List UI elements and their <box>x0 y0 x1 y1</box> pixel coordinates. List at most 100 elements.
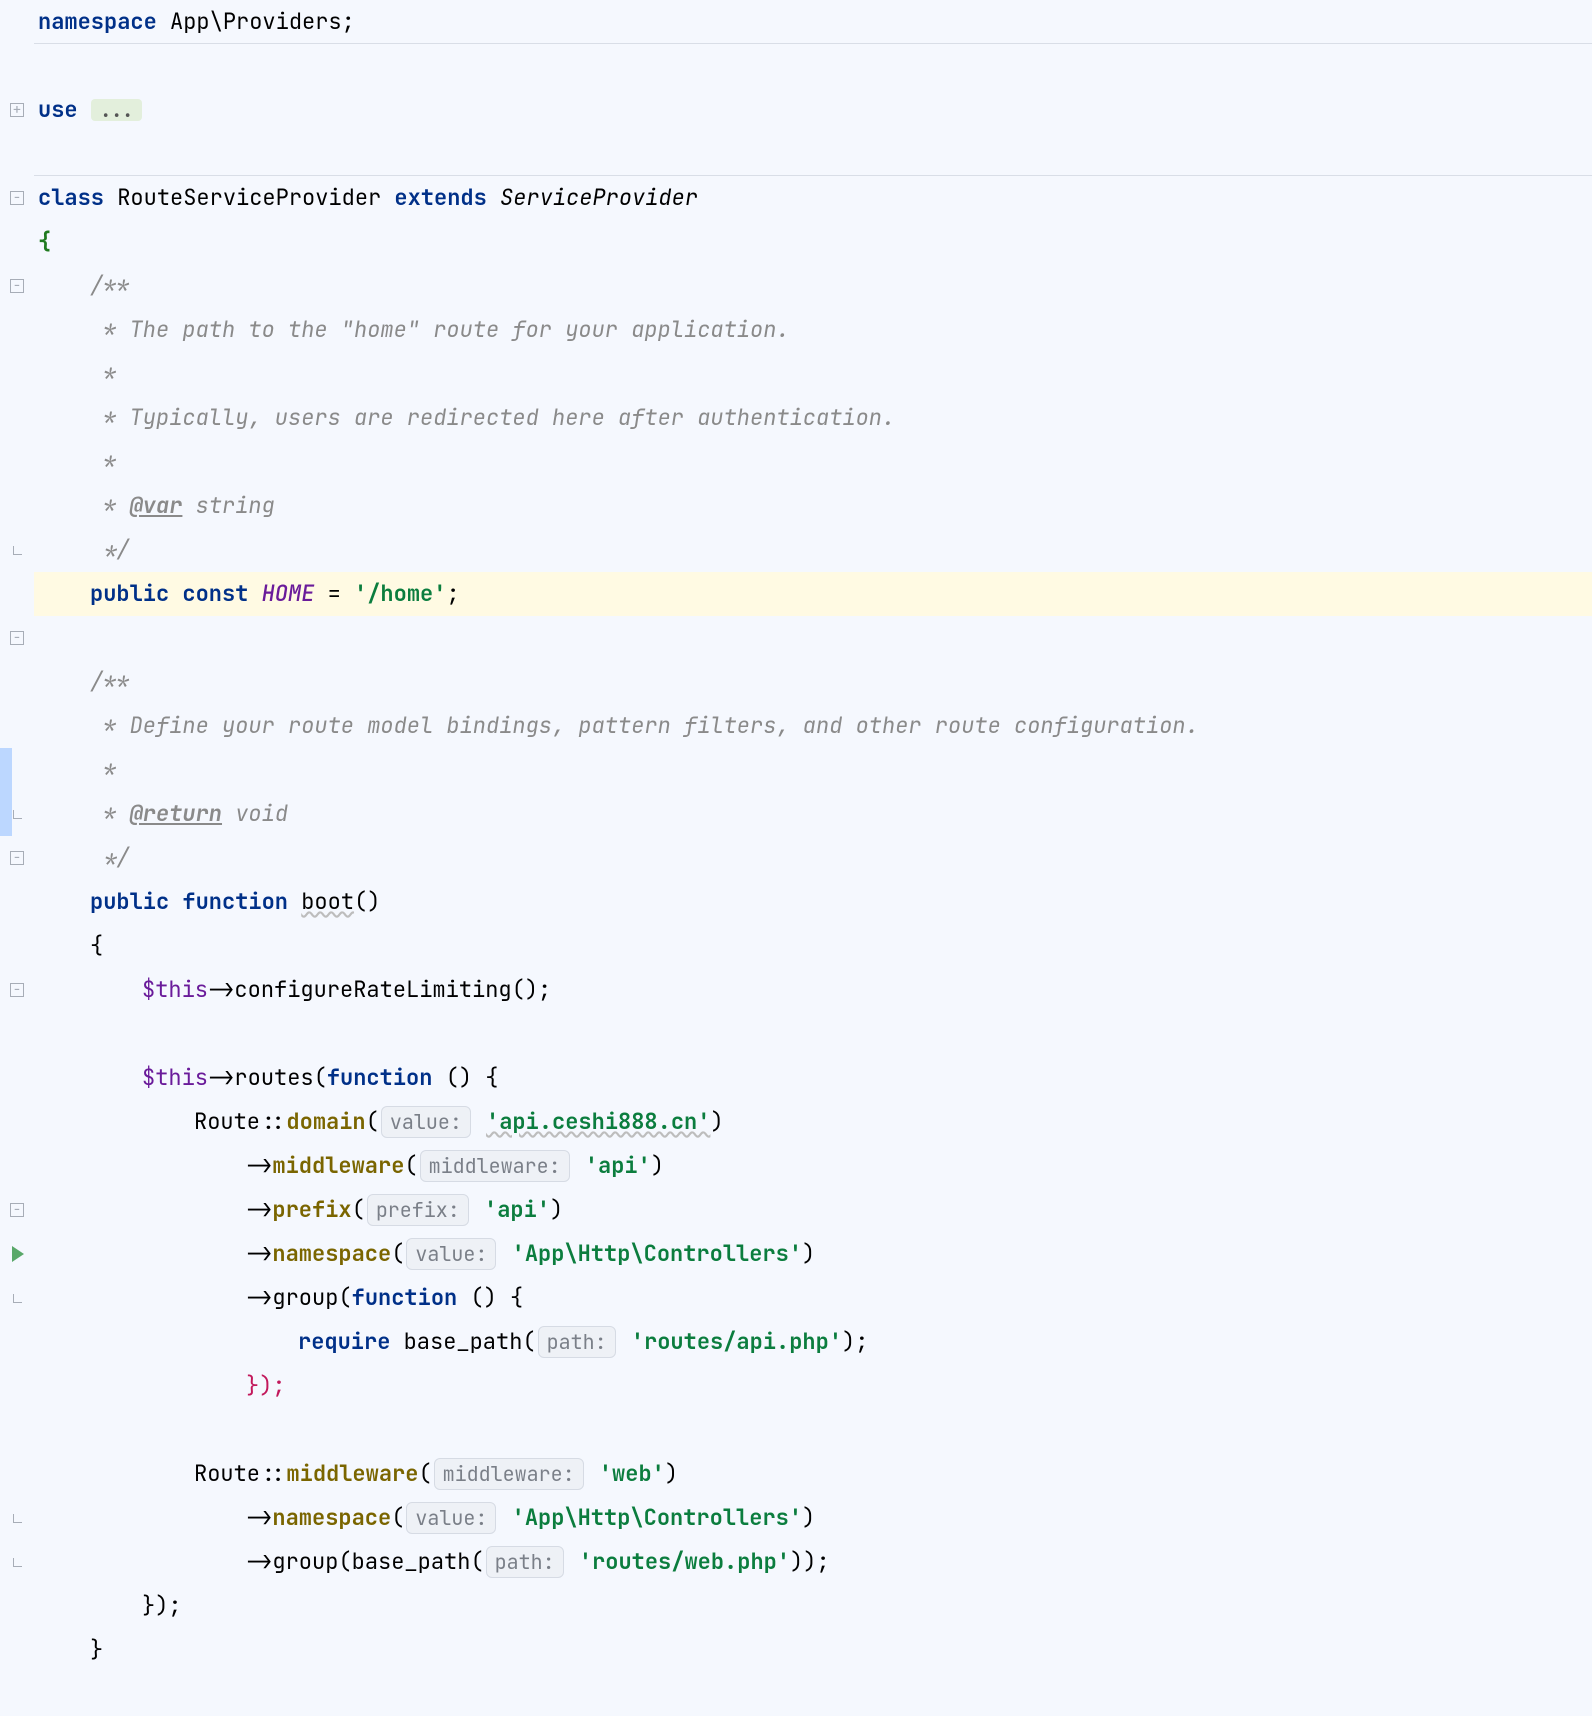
closure-head: () { <box>457 1287 523 1309</box>
this-var: $this <box>142 1067 208 1089</box>
gutter[interactable] <box>0 0 34 1716</box>
code-line[interactable]: */ <box>34 528 1592 572</box>
code-line[interactable]: ->namespace(value: 'App\Http\Controllers… <box>34 1232 1592 1276</box>
code-line[interactable] <box>34 132 1592 176</box>
brace-open: { <box>38 231 51 253</box>
fold-toggle-icon[interactable] <box>0 88 34 132</box>
keyword-extends: extends <box>394 187 486 209</box>
run-gutter-icon[interactable] <box>0 1232 34 1276</box>
folded-placeholder[interactable]: ... <box>91 99 143 121</box>
code-line[interactable] <box>34 1408 1592 1452</box>
param-hint: value: <box>406 1238 496 1270</box>
method-call: configureRateLimiting <box>234 979 511 1001</box>
code-line[interactable]: Route::middleware(middleware: 'web') <box>34 1452 1592 1496</box>
arrow: -> <box>246 1199 272 1221</box>
docblock: * <box>90 451 116 473</box>
code-line[interactable]: * @var string <box>34 484 1592 528</box>
class-static: Route <box>194 1463 260 1485</box>
code-line[interactable]: ->prefix(prefix: 'api') <box>34 1188 1592 1232</box>
code-line[interactable]: ->namespace(value: 'App\Http\Controllers… <box>34 1496 1592 1540</box>
parens: () <box>354 891 380 913</box>
code-line[interactable]: class RouteServiceProvider extends Servi… <box>34 176 1592 220</box>
method-call: group <box>272 1287 338 1309</box>
arrow: -> <box>208 979 234 1001</box>
fold-toggle-icon[interactable] <box>0 176 34 220</box>
doc-tag: @var <box>130 495 183 517</box>
fold-toggle-icon[interactable] <box>0 264 34 308</box>
keyword-use: use <box>38 99 78 121</box>
docblock: * The path to the "home" route for your … <box>90 319 790 341</box>
code-line[interactable]: use ... <box>34 88 1592 132</box>
code-line[interactable]: Route::domain(value: 'api.ceshi888.cn') <box>34 1100 1592 1144</box>
code-line[interactable]: $this->configureRateLimiting(); <box>34 968 1592 1012</box>
code-line[interactable]: * Define your route model bindings, patt… <box>34 704 1592 748</box>
arrow: -> <box>246 1507 272 1529</box>
code-line[interactable]: public function boot() <box>34 880 1592 924</box>
fold-toggle-icon[interactable] <box>0 1188 34 1232</box>
code-line[interactable]: * Typically, users are redirected here a… <box>34 396 1592 440</box>
code-line[interactable]: $this->routes(function () { <box>34 1056 1592 1100</box>
keyword-public: public <box>90 891 182 913</box>
code-area[interactable]: namespace App\Providers; use ... class R… <box>34 0 1592 1716</box>
method-name: boot <box>301 891 354 913</box>
separator-line <box>34 43 1592 44</box>
paren-close-semi: ); <box>842 1331 868 1353</box>
code-line[interactable] <box>34 1012 1592 1056</box>
keyword-function: function <box>182 891 301 913</box>
method-call: namespace <box>272 1507 391 1529</box>
method-call: prefix <box>272 1199 351 1221</box>
code-line-highlighted[interactable]: public const HOME = '/home'; <box>34 572 1592 616</box>
fold-toggle-icon[interactable] <box>0 616 34 660</box>
string-literal: 'App\Http\Controllers' <box>512 1243 802 1265</box>
paren-close: ) <box>710 1111 723 1133</box>
code-line[interactable]: ->group(base_path(path: 'routes/web.php'… <box>34 1540 1592 1584</box>
string-literal: 'api' <box>484 1199 550 1221</box>
code-line[interactable]: /** <box>34 264 1592 308</box>
keyword-public: public <box>90 583 182 605</box>
code-line[interactable] <box>34 44 1592 88</box>
fold-end-icon <box>0 1496 34 1540</box>
param-hint: path: <box>538 1326 616 1358</box>
code-line[interactable]: namespace App\Providers; <box>34 0 1592 44</box>
code-line[interactable]: ->group(function () { <box>34 1276 1592 1320</box>
fold-toggle-icon[interactable] <box>0 836 34 880</box>
paren-close: ) <box>802 1507 815 1529</box>
keyword-const: const <box>182 583 261 605</box>
semicolon: ; <box>446 583 459 605</box>
method-call: middleware <box>286 1463 418 1485</box>
arrow: -> <box>246 1287 272 1309</box>
keyword-function: function <box>352 1287 458 1309</box>
paren-close-semi: )); <box>790 1551 830 1573</box>
code-line[interactable]: * <box>34 748 1592 792</box>
docblock: /** <box>90 671 130 693</box>
code-editor[interactable]: namespace App\Providers; use ... class R… <box>0 0 1592 1716</box>
fold-end-icon <box>0 1540 34 1584</box>
code-line[interactable] <box>34 1672 1592 1716</box>
code-line[interactable]: { <box>34 924 1592 968</box>
code-line[interactable]: } <box>34 1628 1592 1672</box>
code-line[interactable]: /** <box>34 660 1592 704</box>
code-line[interactable]: */ <box>34 836 1592 880</box>
code-line[interactable] <box>34 616 1592 660</box>
docblock: * Define your route model bindings, patt… <box>90 715 1199 737</box>
docblock: void <box>222 803 288 825</box>
string-literal: 'App\Http\Controllers' <box>512 1507 802 1529</box>
string-literal: '/home' <box>354 583 446 605</box>
code-line[interactable]: ->middleware(middleware: 'api') <box>34 1144 1592 1188</box>
paren-close: ) <box>651 1155 664 1177</box>
code-line[interactable]: * <box>34 352 1592 396</box>
docblock: * <box>90 363 116 385</box>
code-line[interactable]: * <box>34 440 1592 484</box>
code-line[interactable]: * @return void <box>34 792 1592 836</box>
code-line[interactable]: * The path to the "home" route for your … <box>34 308 1592 352</box>
code-line[interactable]: }); <box>34 1584 1592 1628</box>
docblock: * Typically, users are redirected here a… <box>90 407 895 429</box>
string-literal: 'web' <box>599 1463 665 1485</box>
class-name: RouteServiceProvider <box>104 187 394 209</box>
code-line[interactable]: { <box>34 220 1592 264</box>
code-line[interactable]: require base_path(path: 'routes/api.php'… <box>34 1320 1592 1364</box>
function-call: base_path <box>352 1551 471 1573</box>
code-line[interactable]: }); <box>34 1364 1592 1408</box>
fold-toggle-icon[interactable] <box>0 968 34 1012</box>
dbl-colon: :: <box>260 1463 286 1485</box>
